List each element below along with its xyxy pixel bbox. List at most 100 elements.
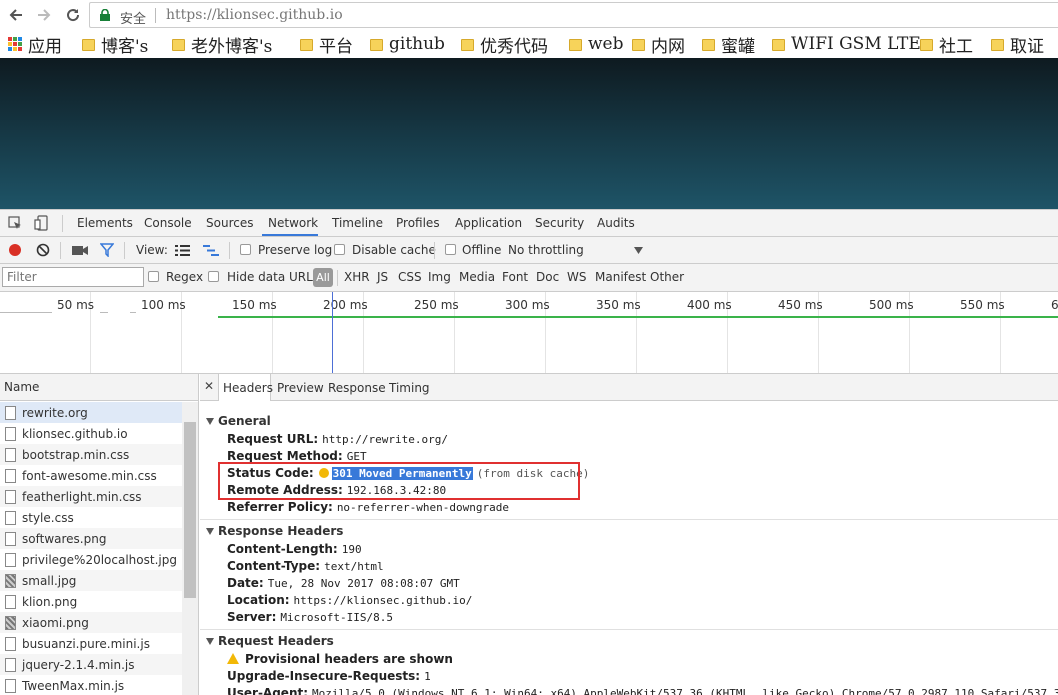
bookmark-folder[interactable]: 老外博客's (172, 33, 272, 57)
tab-response[interactable]: Response (328, 381, 386, 395)
bookmark-folder[interactable]: WIFI GSM LTE (772, 33, 921, 55)
filter-type-img[interactable]: Img (428, 270, 451, 284)
filter-type-font[interactable]: Font (502, 270, 528, 284)
filter-type-js[interactable]: JS (377, 270, 388, 284)
device-mode-icon[interactable] (34, 215, 48, 231)
throttling-select[interactable]: No throttling (508, 243, 584, 257)
request-row[interactable]: softwares.png (0, 528, 182, 549)
inspect-element-icon[interactable] (8, 216, 22, 230)
bookmark-folder[interactable]: 蜜罐 (702, 33, 755, 57)
tab-audits[interactable]: Audits (597, 216, 635, 230)
filter-type-media[interactable]: Media (459, 270, 495, 284)
timeline-bar (100, 312, 108, 313)
request-row[interactable]: bootstrap.min.css (0, 444, 182, 465)
tick-label: 450 ms (778, 298, 823, 312)
folder-icon (370, 39, 383, 51)
bookmark-folder[interactable]: 平台 (300, 33, 353, 57)
request-name: privilege%20localhost.jpg (22, 552, 177, 567)
camera-icon[interactable] (72, 244, 88, 256)
request-list-header[interactable]: Name (0, 374, 198, 401)
close-icon[interactable]: ✕ (204, 379, 214, 393)
tab-application[interactable]: Application (455, 216, 522, 230)
chevron-down-icon[interactable] (634, 247, 643, 254)
folder-icon (569, 39, 582, 51)
request-row[interactable]: small.jpg (0, 570, 182, 591)
filter-type-manifest[interactable]: Manifest (595, 270, 646, 284)
bookmark-folder[interactable]: 博客's (82, 33, 148, 57)
tick-label: 6 (1051, 298, 1058, 312)
address-bar[interactable]: 安全 https://klionsec.github.io (89, 2, 1058, 28)
filter-all-button[interactable]: All (313, 268, 333, 287)
list-view-icon[interactable] (175, 245, 190, 256)
hide-data-urls-checkbox[interactable] (208, 271, 219, 282)
request-row[interactable]: xiaomi.png (0, 612, 182, 633)
header-value: text/html (324, 560, 384, 573)
reload-button[interactable] (61, 3, 85, 27)
filter-type-css[interactable]: CSS (398, 270, 422, 284)
request-row[interactable]: TweenMax.min.js (0, 675, 182, 695)
record-icon[interactable] (8, 243, 22, 257)
tab-console[interactable]: Console (144, 216, 192, 230)
clear-icon[interactable] (36, 243, 50, 257)
folder-icon (461, 39, 474, 51)
scrollbar-thumb[interactable] (184, 422, 196, 598)
filter-input[interactable] (2, 267, 144, 287)
regex-checkbox[interactable] (148, 271, 159, 282)
bookmark-folder[interactable]: 取证 (991, 33, 1044, 57)
request-row[interactable]: privilege%20localhost.jpg (0, 549, 182, 570)
arrow-right-icon (38, 9, 51, 21)
bookmarks-bar: 应用 博客's 老外博客's 平台 github 优秀代码 web 内网 蜜罐 … (0, 30, 1058, 58)
bookmark-folder[interactable]: web (569, 33, 624, 55)
toolbar-separator (229, 242, 230, 259)
tab-headers[interactable]: Headers (223, 381, 273, 395)
folder-icon (772, 39, 785, 51)
request-row[interactable]: rewrite.org (0, 402, 182, 423)
request-row[interactable]: jquery-2.1.4.min.js (0, 654, 182, 675)
tab-sources[interactable]: Sources (206, 216, 253, 230)
waterfall-view-icon[interactable] (203, 245, 219, 256)
provisional-warning: Provisional headers are shown (227, 652, 453, 666)
filter-type-other[interactable]: Other (650, 270, 684, 284)
back-button[interactable] (4, 3, 28, 27)
header-value: Tue, 28 Nov 2017 08:08:07 GMT (267, 577, 460, 590)
bookmark-label: web (588, 34, 624, 54)
forward-button[interactable] (32, 3, 56, 27)
tab-elements[interactable]: Elements (77, 216, 133, 230)
address-separator (155, 8, 156, 23)
request-row[interactable]: featherlight.min.css (0, 486, 182, 507)
bookmark-apps[interactable]: 应用 (8, 33, 62, 57)
request-row[interactable]: font-awesome.min.css (0, 465, 182, 486)
url-text[interactable]: https://klionsec.github.io (166, 7, 343, 23)
section-general[interactable]: General (206, 414, 271, 428)
bookmark-folder[interactable]: github (370, 33, 445, 55)
disable-cache-checkbox[interactable] (334, 244, 345, 255)
request-row[interactable]: busuanzi.pure.mini.js (0, 633, 182, 654)
tick-label: 300 ms (505, 298, 550, 312)
tab-profiles[interactable]: Profiles (396, 216, 440, 230)
lock-icon (100, 9, 110, 21)
request-row[interactable]: style.css (0, 507, 182, 528)
bookmark-folder[interactable]: 内网 (632, 33, 685, 57)
tab-network[interactable]: Network (268, 216, 318, 230)
bookmark-folder[interactable]: 社工 (920, 33, 973, 57)
filter-type-xhr[interactable]: XHR (344, 270, 370, 284)
document-icon (5, 468, 16, 483)
tab-timing[interactable]: Timing (389, 381, 430, 395)
filter-type-ws[interactable]: WS (567, 270, 586, 284)
request-row[interactable]: klionsec.github.io (0, 423, 182, 444)
preserve-log-checkbox[interactable] (240, 244, 251, 255)
tab-timeline[interactable]: Timeline (332, 216, 383, 230)
offline-checkbox[interactable] (445, 244, 456, 255)
filter-type-doc[interactable]: Doc (536, 270, 559, 284)
section-response-headers[interactable]: Response Headers (206, 524, 343, 538)
header-key: Location: (227, 593, 290, 607)
filter-icon[interactable] (100, 243, 114, 257)
request-name: rewrite.org (22, 405, 88, 420)
tab-preview[interactable]: Preview (277, 381, 324, 395)
request-row[interactable]: klion.png (0, 591, 182, 612)
bookmark-folder[interactable]: 优秀代码 (461, 33, 548, 57)
tab-security[interactable]: Security (535, 216, 584, 230)
section-request-headers[interactable]: Request Headers (206, 634, 334, 648)
request-name: klionsec.github.io (22, 426, 128, 441)
network-overview-timeline[interactable]: 50 ms 100 ms 150 ms 200 ms 250 ms 300 ms… (0, 292, 1058, 374)
